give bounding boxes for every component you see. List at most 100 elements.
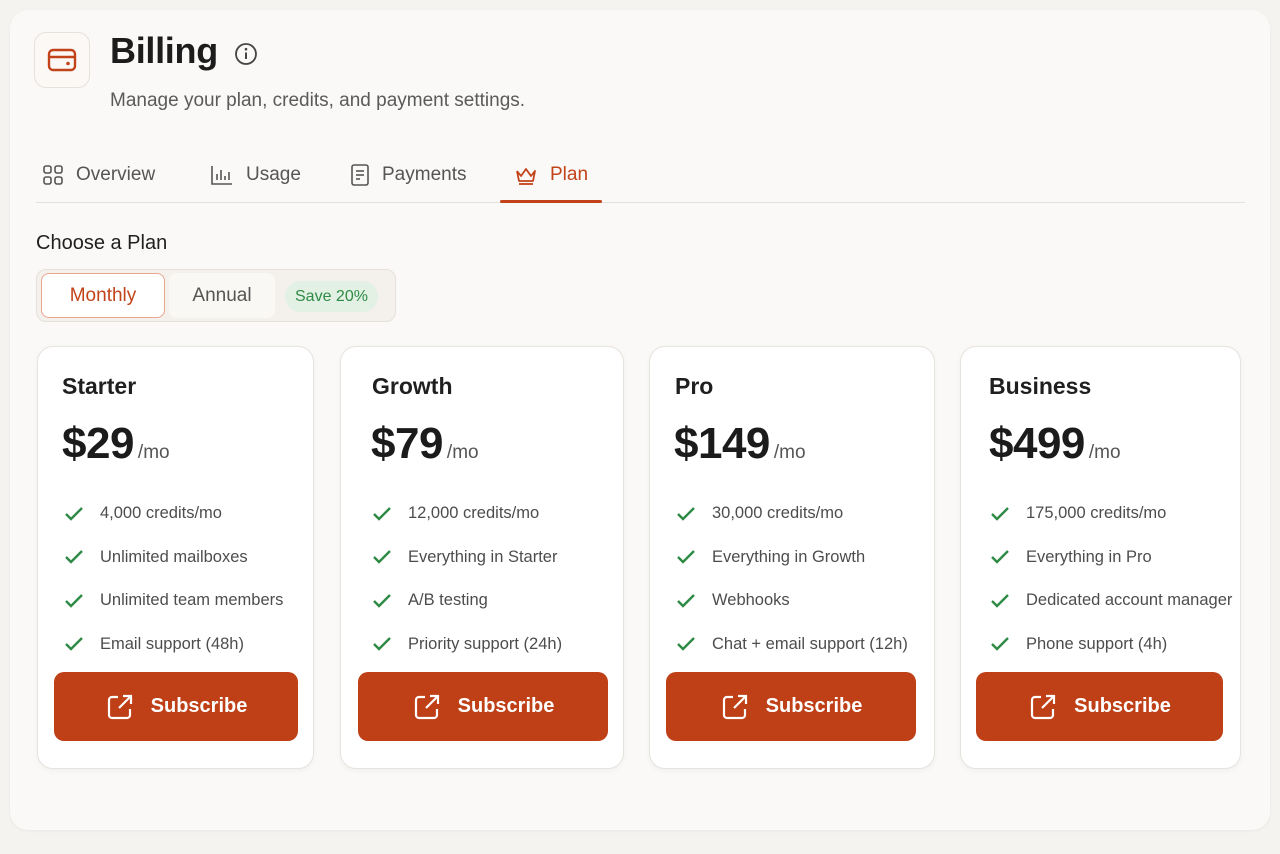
tab-usage[interactable]: Usage	[210, 146, 301, 203]
info-icon[interactable]	[234, 42, 258, 66]
feature-item: 4,000 credits/mo	[64, 492, 283, 536]
monthly-option[interactable]: Monthly	[41, 273, 165, 318]
check-icon	[677, 637, 695, 651]
subscribe-button[interactable]: Subscribe	[358, 672, 608, 741]
feature-item: Everything in Growth	[676, 536, 908, 580]
check-icon	[373, 550, 391, 564]
subscribe-label: Subscribe	[765, 695, 863, 717]
external-link-icon	[722, 694, 747, 719]
check-icon	[373, 506, 391, 521]
feature-text: Webhooks	[712, 591, 790, 610]
feature-item: Chat + email support (12h)	[676, 623, 908, 667]
subscribe-label: Subscribe	[150, 695, 248, 717]
feature-item: A/B testing	[372, 579, 562, 623]
feature-text: Dedicated account manager	[1026, 591, 1233, 610]
plan-price: $149 /mo	[674, 419, 806, 469]
active-tab-indicator	[500, 200, 602, 203]
check-icon	[65, 593, 83, 608]
feature-text: Priority support (24h)	[408, 634, 563, 653]
price-unit: /mo	[1088, 442, 1121, 463]
annual-option[interactable]: Annual	[169, 273, 275, 318]
price-amount: $499	[989, 419, 1085, 468]
price-unit: /mo	[137, 442, 170, 463]
feature-text: A/B testing	[408, 591, 488, 610]
price-unit: /mo	[446, 442, 479, 463]
crown-icon	[516, 167, 536, 185]
feature-list: 12,000 credits/mo Everything in Starter …	[372, 492, 562, 666]
check-icon	[677, 593, 695, 608]
price-amount: $29	[62, 419, 134, 468]
plan-name: Pro	[675, 373, 714, 399]
feature-item: 175,000 credits/mo	[990, 492, 1232, 536]
tab-overview[interactable]: Overview	[42, 146, 155, 203]
check-icon	[65, 550, 83, 564]
feature-item: Email support (48h)	[64, 623, 283, 667]
feature-item: Everything in Starter	[372, 536, 562, 580]
feature-list: 175,000 credits/mo Everything in Pro Ded…	[990, 492, 1232, 666]
feature-list: 4,000 credits/mo Unlimited mailboxes Unl…	[64, 492, 283, 666]
header-icon-box	[34, 32, 90, 88]
feature-item: Webhooks	[676, 579, 908, 623]
discount-badge: Save 20%	[285, 281, 378, 312]
check-icon	[373, 637, 391, 651]
feature-item: Priority support (24h)	[372, 623, 562, 667]
feature-item: Unlimited mailboxes	[64, 536, 283, 580]
feature-text: 12,000 credits/mo	[408, 504, 540, 523]
feature-text: Unlimited mailboxes	[100, 547, 248, 566]
tab-label: Usage	[246, 163, 301, 185]
tab-label: Overview	[76, 163, 156, 185]
section-heading: Choose a Plan	[36, 232, 168, 254]
check-icon	[991, 506, 1009, 521]
subscribe-label: Subscribe	[457, 695, 555, 717]
plan-card-starter: Starter $29 /mo 4,000 credits/mo Unlimit…	[37, 346, 314, 769]
check-icon	[373, 593, 391, 608]
tab-label: Plan	[550, 163, 589, 185]
check-icon	[991, 593, 1009, 608]
external-link-icon	[107, 694, 132, 719]
check-icon	[991, 637, 1009, 651]
tab-label: Payments	[382, 163, 467, 185]
external-link-icon	[414, 694, 439, 719]
plan-name: Business	[989, 373, 1092, 399]
feature-item: 12,000 credits/mo	[372, 492, 562, 536]
feature-text: Unlimited team members	[100, 591, 284, 610]
plan-card-business: Business $499 /mo 175,000 credits/mo Eve…	[960, 346, 1241, 769]
plan-card-pro: Pro $149 /mo 30,000 credits/mo Everythin…	[649, 346, 935, 769]
feature-item: Everything in Pro	[990, 536, 1232, 580]
feature-text: 30,000 credits/mo	[712, 504, 844, 523]
tab-bar: Overview Usage Payments Plan	[36, 146, 1245, 203]
plan-name: Growth	[372, 373, 453, 399]
subscribe-button[interactable]: Subscribe	[666, 672, 916, 741]
feature-text: Phone support (4h)	[1026, 634, 1168, 653]
feature-text: Email support (48h)	[100, 634, 244, 653]
price-amount: $79	[371, 419, 443, 468]
price-amount: $149	[674, 419, 770, 468]
check-icon	[65, 506, 83, 521]
external-link-icon	[1031, 694, 1056, 719]
plan-price: $499 /mo	[989, 419, 1121, 469]
feature-text: Everything in Starter	[408, 547, 558, 566]
feature-list: 30,000 credits/mo Everything in Growth W…	[676, 492, 908, 666]
feature-item: Unlimited team members	[64, 579, 283, 623]
tab-payments[interactable]: Payments	[350, 146, 466, 203]
subscribe-label: Subscribe	[1074, 695, 1171, 717]
feature-text: Everything in Growth	[712, 547, 866, 566]
page-title: Billing	[110, 30, 218, 71]
check-icon	[677, 550, 695, 564]
grid-icon	[43, 164, 63, 185]
feature-text: 4,000 credits/mo	[100, 504, 222, 523]
receipt-icon	[351, 163, 369, 186]
subscribe-button[interactable]: Subscribe	[54, 672, 298, 741]
price-unit: /mo	[773, 442, 806, 463]
check-icon	[677, 506, 695, 521]
feature-text: 175,000 credits/mo	[1026, 504, 1167, 523]
feature-text: Everything in Pro	[1026, 547, 1152, 566]
check-icon	[65, 637, 83, 651]
page-subtitle: Manage your plan, credits, and payment s…	[110, 90, 526, 111]
tab-plan[interactable]: Plan	[514, 146, 588, 203]
feature-item: 30,000 credits/mo	[676, 492, 908, 536]
subscribe-button[interactable]: Subscribe	[976, 672, 1223, 741]
billing-period-toggle: Monthly Annual Save 20%	[36, 269, 396, 322]
plan-price: $79 /mo	[371, 419, 479, 469]
feature-item: Dedicated account manager	[990, 579, 1232, 623]
